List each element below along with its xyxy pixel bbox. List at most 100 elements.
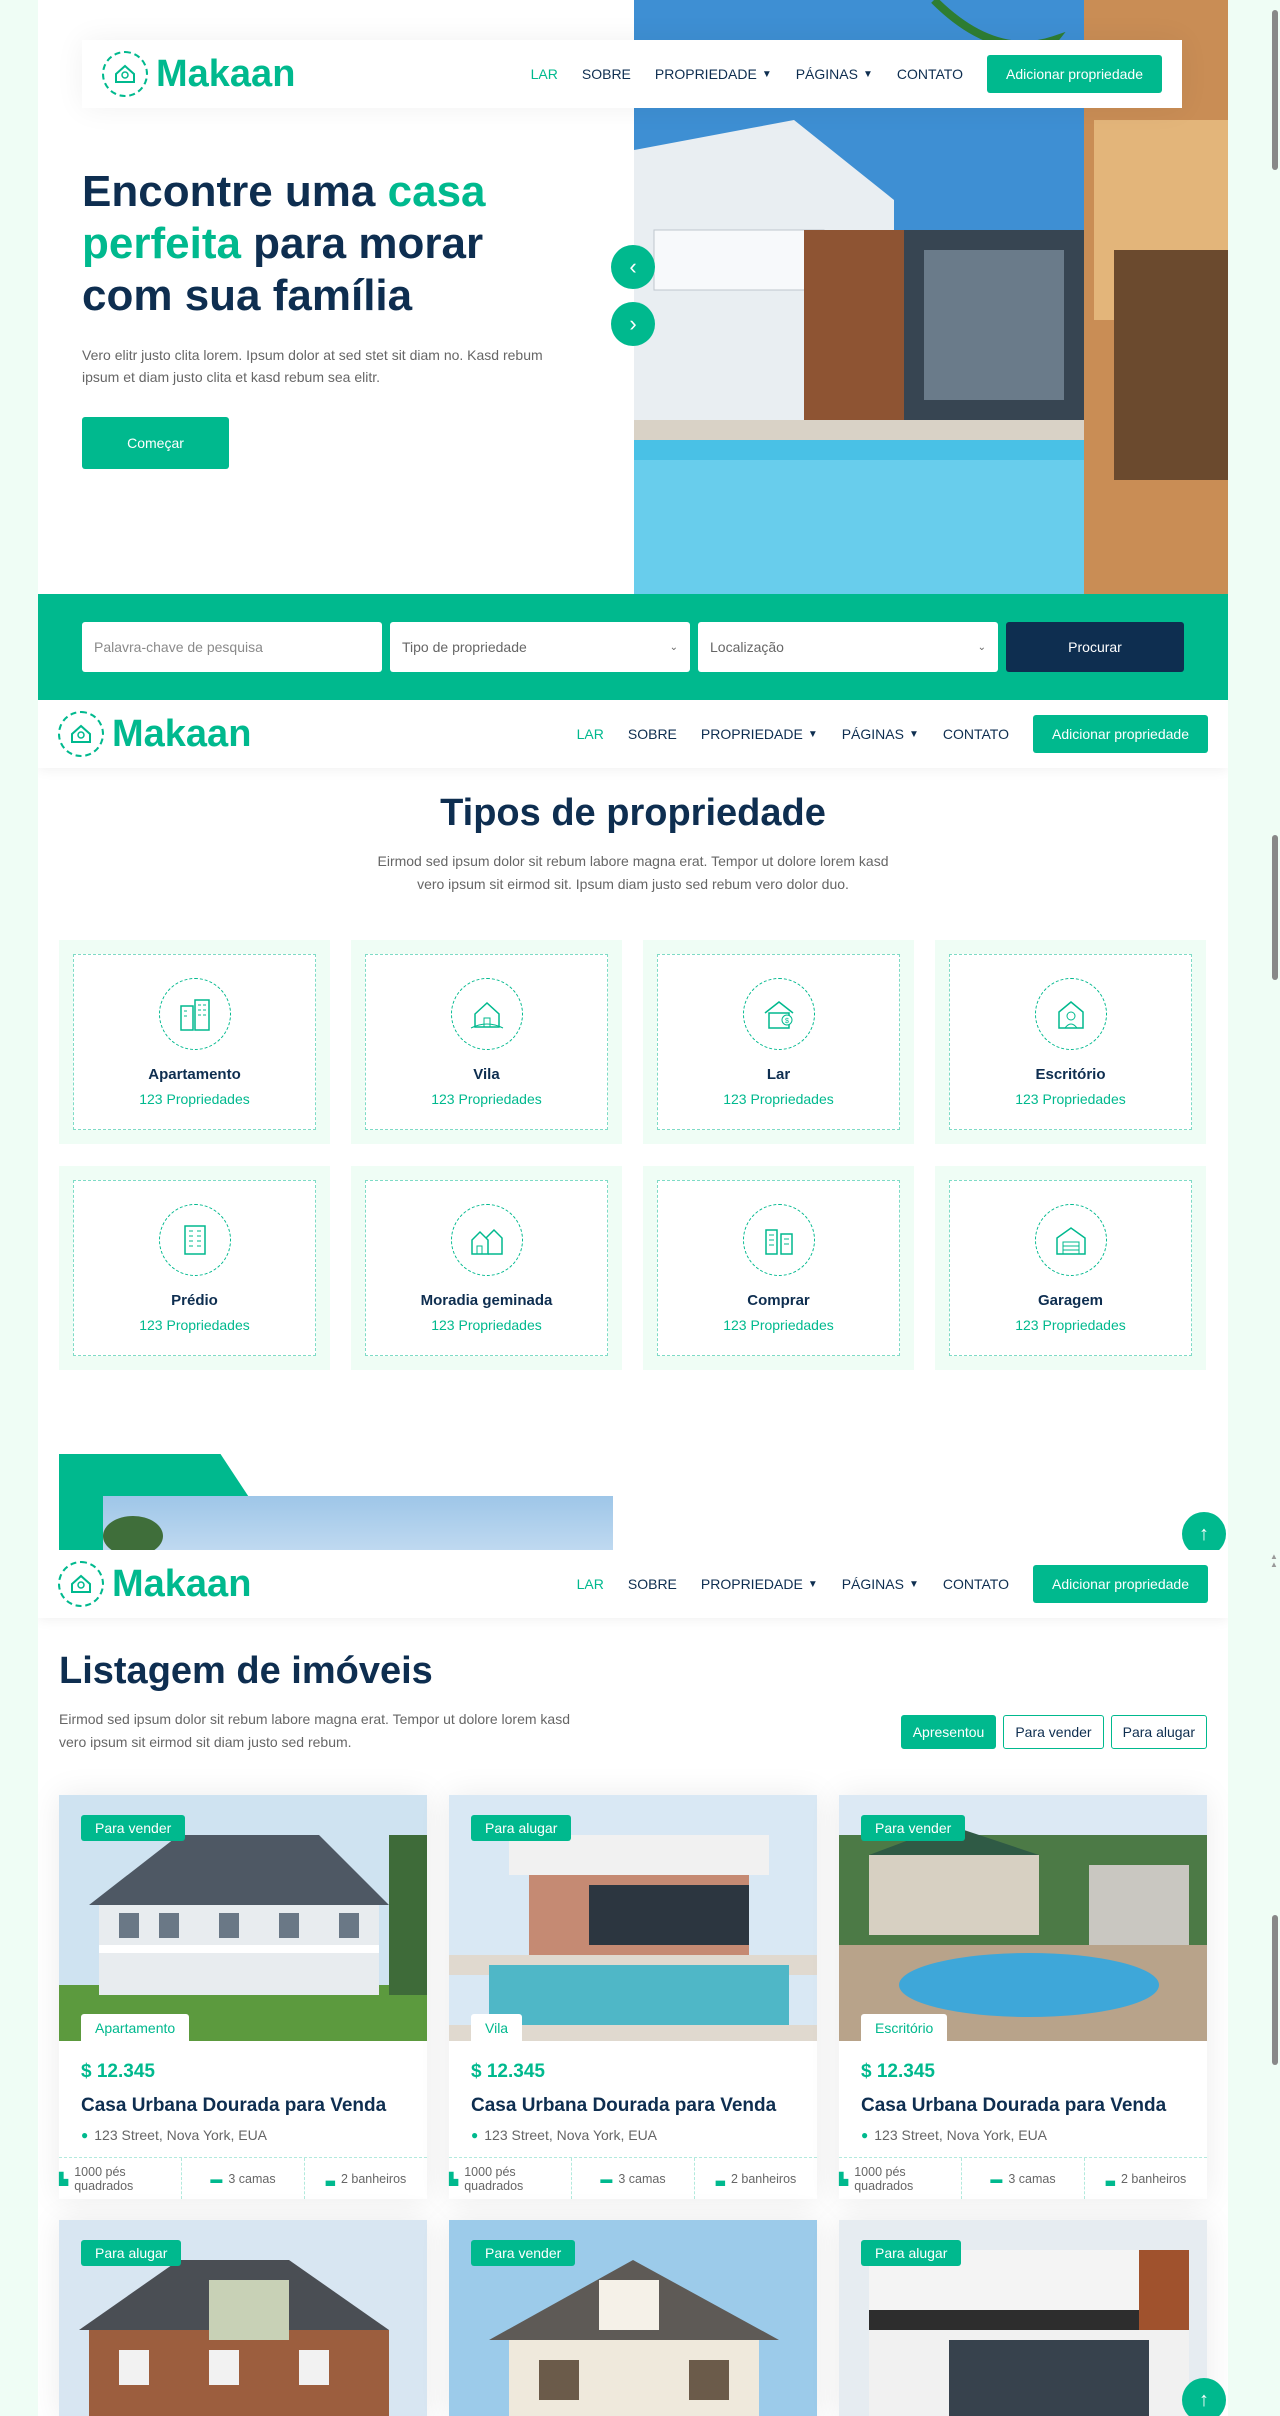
property-card[interactable]: Para alugar — [839, 2220, 1207, 2416]
keyword-search-input[interactable]: Palavra-chave de pesquisa — [82, 622, 382, 672]
nav-item-property[interactable]: PROPRIEDADE ▼ — [701, 1576, 818, 1592]
property-address: ● 123 Street, Nova York, EUA — [81, 2127, 405, 2143]
add-property-button[interactable]: Adicionar propriedade — [987, 55, 1162, 93]
feature-baths-text: 2 banheiros — [730, 2171, 797, 2186]
scroll-up-arrow-icon[interactable]: ▲ — [1269, 1560, 1279, 1570]
nav-item-pages[interactable]: PÁGINAS ▼ — [842, 1576, 919, 1592]
property-title[interactable]: Casa Urbana Dourada para Venda — [861, 2095, 1185, 2117]
feature-area-text: 1000 pés quadrados — [464, 2164, 524, 2193]
property-body: $ 12.345 Casa Urbana Dourada para Venda … — [839, 2041, 1207, 2157]
type-card-inner: $ Lar 123 Propriedades — [657, 954, 900, 1130]
type-card-office[interactable]: Escritório 123 Propriedades — [935, 940, 1206, 1144]
nav-item-property[interactable]: PROPRIEDADE ▼ — [655, 66, 772, 82]
type-card-inner: Garagem 123 Propriedades — [949, 1180, 1192, 1356]
feature-baths-text: 2 banheiros — [1120, 2171, 1187, 2186]
property-type-select[interactable]: Tipo de propriedade ⌄ — [390, 622, 690, 672]
property-address-text: 123 Street, Nova York, EUA — [874, 2127, 1048, 2143]
chevron-down-icon: ▼ — [862, 68, 873, 80]
property-card[interactable]: Para vender Escritório $ 12.345 Casa Urb… — [839, 1795, 1207, 2199]
listing-title: Listagem de imóveis — [59, 1650, 433, 1692]
property-card[interactable]: Para alugar Vila $ 12.345 Casa Urbana Do… — [449, 1795, 817, 2199]
nav-item-contact[interactable]: CONTATO — [897, 66, 963, 82]
ruler-icon: ▙ — [449, 2171, 459, 2186]
type-count: 123 Propriedades — [1015, 1090, 1126, 1107]
nav-item-about[interactable]: SOBRE — [628, 726, 677, 742]
scrollbar-thumb[interactable] — [1272, 1915, 1278, 2065]
nav-item-home[interactable]: LAR — [577, 726, 604, 742]
type-card-inner: Vila 123 Propriedades — [365, 954, 608, 1130]
nav-item-contact[interactable]: CONTATO — [943, 726, 1009, 742]
brand[interactable]: Makaan — [102, 51, 295, 97]
back-to-top-button[interactable]: ↑ — [1182, 2378, 1226, 2416]
office-icon — [1034, 977, 1107, 1050]
nav-item-pages[interactable]: PÁGINAS ▼ — [842, 726, 919, 742]
type-count: 123 Propriedades — [139, 1316, 250, 1333]
property-card[interactable]: Para vender — [449, 2220, 817, 2416]
nav-item-about[interactable]: SOBRE — [628, 1576, 677, 1592]
feature-baths: ▃ 2 banheiros — [305, 2158, 427, 2199]
scrollbar[interactable]: ▲ — [1268, 1550, 1280, 2416]
scrollbar[interactable] — [1268, 0, 1280, 700]
feature-area: ▙ 1000 pés quadrados — [449, 2158, 572, 2199]
screen-listings: Makaan LAR SOBRE PROPRIEDADE ▼ PÁGINAS ▼ C… — [38, 1550, 1228, 2416]
type-card-inner: Escritório 123 Propriedades — [949, 954, 1192, 1130]
listing-subtitle: Eirmod sed ipsum dolor sit rebum labore … — [59, 1711, 570, 1750]
property-card[interactable]: Para alugar — [59, 2220, 427, 2416]
townhouse-icon — [450, 1203, 523, 1276]
navbar: Makaan LAR SOBRE PROPRIEDADE ▼ PÁGINAS ▼ C… — [82, 40, 1182, 108]
status-badge: Para vender — [471, 2240, 576, 2266]
carousel-prev-button[interactable]: ‹ — [611, 245, 655, 289]
scrollbar-thumb[interactable] — [1272, 10, 1278, 170]
chevron-down-icon: ▼ — [761, 68, 772, 80]
scrollbar[interactable]: ▲ — [1268, 700, 1280, 1561]
nav-item-contact[interactable]: CONTATO — [943, 1576, 1009, 1592]
nav-item-pages[interactable]: PÁGINAS ▼ — [796, 66, 873, 82]
brand[interactable]: Makaan — [58, 1561, 251, 1607]
add-property-button[interactable]: Adicionar propriedade — [1033, 715, 1208, 753]
type-card-apartment[interactable]: Apartamento 123 Propriedades — [59, 940, 330, 1144]
nav-item-home[interactable]: LAR — [531, 66, 558, 82]
type-name: Apartamento — [148, 1065, 241, 1083]
screen-hero: Makaan LAR SOBRE PROPRIEDADE ▼ PÁGINAS ▼ C… — [38, 0, 1228, 700]
search-button[interactable]: Procurar — [1006, 622, 1184, 672]
property-image: Para vender Apartamento — [59, 1795, 427, 2041]
location-select[interactable]: Localização ⌄ — [698, 622, 998, 672]
type-count: 123 Propriedades — [431, 1090, 542, 1107]
nav-item-property[interactable]: PROPRIEDADE ▼ — [701, 726, 818, 742]
feature-beds-text: 3 camas — [228, 2171, 276, 2186]
type-count: 123 Propriedades — [1015, 1316, 1126, 1333]
status-badge: Para alugar — [81, 2240, 182, 2266]
add-property-button[interactable]: Adicionar propriedade — [1033, 1565, 1208, 1603]
nav-item-about[interactable]: SOBRE — [582, 66, 631, 82]
logo-icon — [58, 711, 104, 757]
brand[interactable]: Makaan — [58, 711, 251, 757]
type-card-townhouse[interactable]: Moradia geminada 123 Propriedades — [351, 1166, 622, 1370]
bed-icon: ▬ — [990, 2171, 1003, 2186]
filter-for-rent-button[interactable]: Para alugar — [1110, 1715, 1207, 1749]
nav-item-home[interactable]: LAR — [577, 1576, 604, 1592]
back-to-top-button[interactable]: ↑ — [1182, 1512, 1226, 1550]
scrollbar-thumb[interactable] — [1272, 835, 1278, 980]
filter-for-sale-button[interactable]: Para vender — [1003, 1715, 1104, 1749]
navbar-sticky: Makaan LAR SOBRE PROPRIEDADE ▼ PÁGINAS ▼ C… — [38, 700, 1228, 768]
types-subtitle: Eirmod sed ipsum dolor sit rebum labore … — [377, 853, 889, 892]
carousel-next-button[interactable]: › — [611, 302, 655, 346]
feature-beds-text: 3 camas — [618, 2171, 666, 2186]
type-card-garage[interactable]: Garagem 123 Propriedades — [935, 1166, 1206, 1370]
chevron-down-icon: ▼ — [908, 728, 919, 740]
property-title[interactable]: Casa Urbana Dourada para Venda — [81, 2095, 405, 2117]
property-title[interactable]: Casa Urbana Dourada para Venda — [471, 2095, 795, 2117]
search-bar: Palavra-chave de pesquisa Tipo de propri… — [38, 594, 1228, 700]
type-card-building[interactable]: Prédio 123 Propriedades — [59, 1166, 330, 1370]
feature-baths: ▃ 2 banheiros — [1085, 2158, 1207, 2199]
type-card-home[interactable]: $ Lar 123 Propriedades — [643, 940, 914, 1144]
type-count: 123 Propriedades — [431, 1316, 542, 1333]
filter-featured-button[interactable]: Apresentou — [900, 1715, 997, 1749]
property-body: $ 12.345 Casa Urbana Dourada para Venda … — [449, 2041, 817, 2157]
get-started-button[interactable]: Começar — [82, 417, 229, 469]
type-card-villa[interactable]: Vila 123 Propriedades — [351, 940, 622, 1144]
type-card-shop[interactable]: Comprar 123 Propriedades — [643, 1166, 914, 1370]
nav-item-property-label: PROPRIEDADE — [700, 1576, 803, 1592]
property-card[interactable]: Para vender Apartamento $ 12.345 Casa Ur… — [59, 1795, 427, 2199]
bath-icon: ▃ — [1105, 2171, 1115, 2186]
